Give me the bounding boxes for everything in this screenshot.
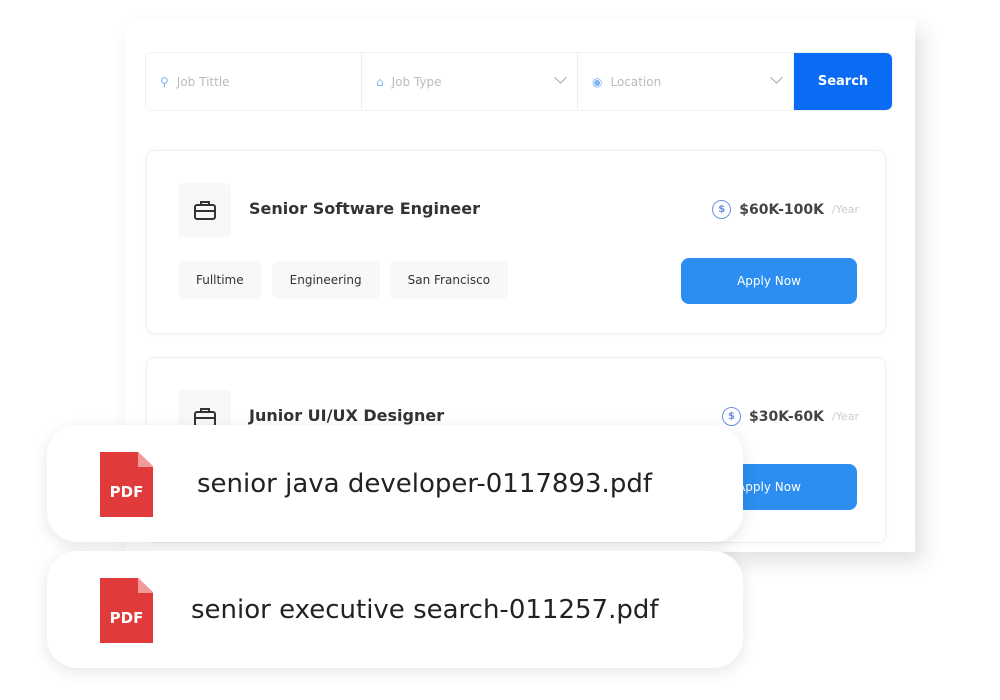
- search-button[interactable]: Search: [794, 53, 892, 110]
- dollar-icon: $: [722, 407, 741, 426]
- briefcase-icon: ⌂: [376, 74, 384, 89]
- tag: San Francisco: [389, 261, 509, 299]
- file-name: senior executive search-011257.pdf: [191, 594, 659, 625]
- pdf-file-card[interactable]: PDF senior java developer-0117893.pdf: [47, 425, 743, 542]
- tag: Engineering: [271, 261, 380, 299]
- briefcase-icon: [178, 183, 231, 237]
- apply-now-button[interactable]: Apply Now: [681, 258, 857, 304]
- dollar-icon: $: [712, 200, 732, 219]
- pdf-file-card[interactable]: PDF senior executive search-011257.pdf: [47, 551, 743, 668]
- search-icon: ⚲: [160, 74, 169, 89]
- search-bar: ⚲ Job Tittle ⌂ Job Type ◉ Location Searc…: [145, 52, 893, 111]
- salary: $ $60K-100K/Year: [712, 200, 859, 219]
- tag: Fulltime: [178, 261, 262, 299]
- salary: $ $30K-60K/Year: [722, 407, 859, 426]
- pdf-file-icon: PDF: [100, 452, 153, 517]
- chevron-down-icon: [554, 71, 567, 84]
- pdf-file-icon: PDF: [100, 578, 153, 643]
- job-title: Senior Software Engineer: [249, 199, 480, 218]
- location-select[interactable]: ◉ Location: [578, 53, 794, 110]
- job-title-input[interactable]: ⚲ Job Tittle: [146, 53, 362, 110]
- file-name: senior java developer-0117893.pdf: [197, 468, 652, 499]
- chevron-down-icon: [770, 71, 783, 84]
- location-pin-icon: ◉: [592, 74, 603, 89]
- job-title: Junior UI/UX Designer: [249, 406, 445, 425]
- job-card: Senior Software Engineer $ $60K-100K/Year…: [146, 150, 886, 334]
- job-type-select[interactable]: ⌂ Job Type: [362, 53, 578, 110]
